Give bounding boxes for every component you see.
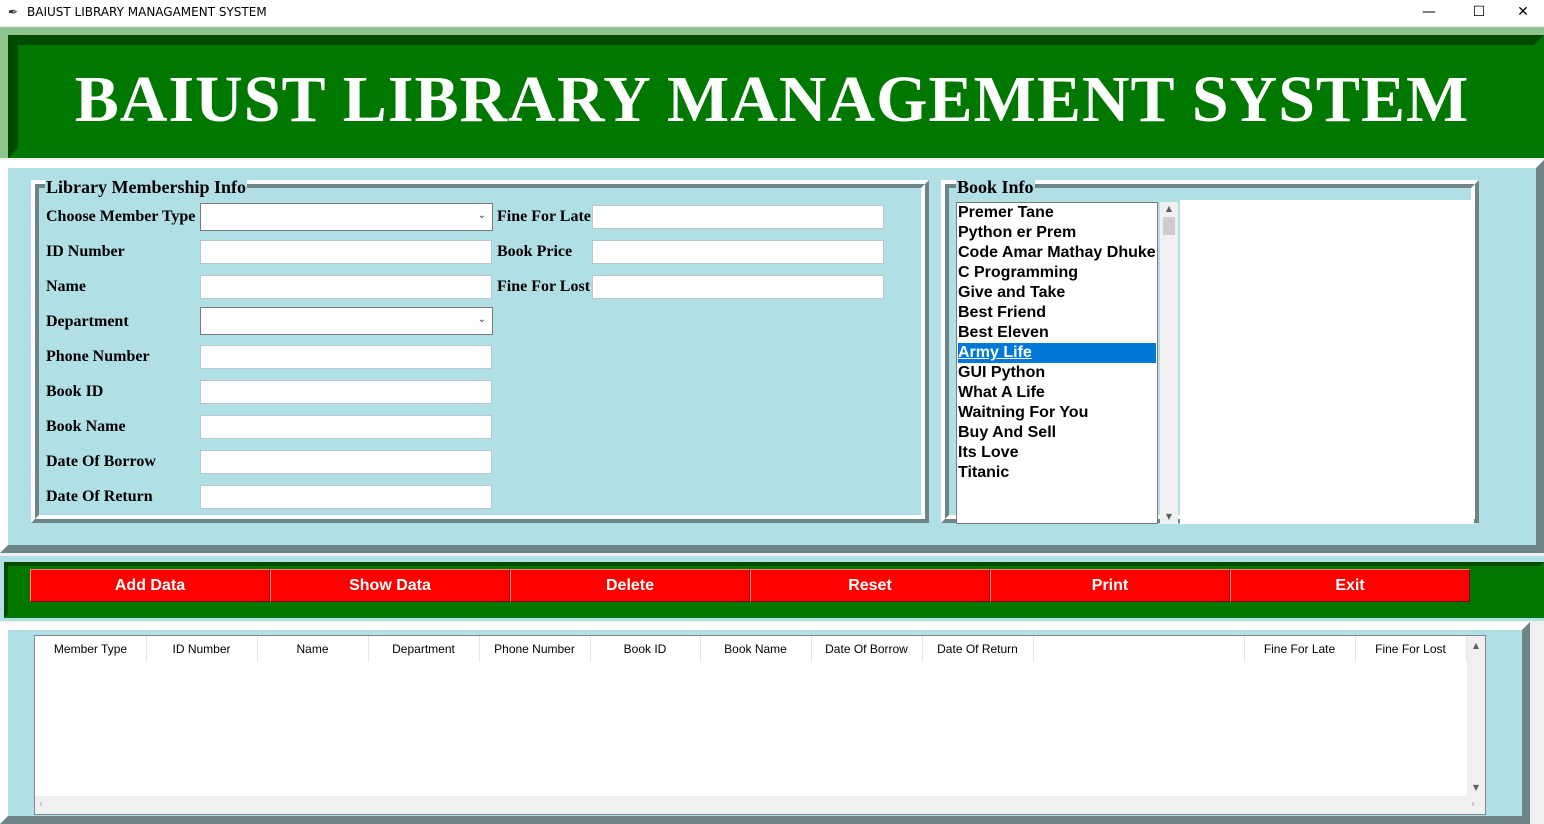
maximize-button[interactable]: ☐ <box>1456 0 1502 26</box>
book-list-item[interactable]: Give and Take <box>958 283 1156 303</box>
app-heading: BAIUST LIBRARY MANAGEMENT SYSTEM <box>74 63 1470 136</box>
column-header[interactable]: Book ID <box>590 636 701 662</box>
reset-button[interactable]: Reset <box>750 569 990 602</box>
triangle-up-icon[interactable]: ▲ <box>1160 203 1178 215</box>
date-of-return-label: Date Of Return <box>46 488 153 505</box>
book-name-field[interactable] <box>200 415 492 439</box>
table-horizontal-scrollbar[interactable]: ‹ › <box>35 796 1485 814</box>
add-data-button[interactable]: Add Data <box>30 569 270 602</box>
book-list-scrollbar[interactable]: ▲ ▼ <box>1160 202 1178 524</box>
column-header[interactable] <box>1033 636 1245 662</box>
column-header[interactable]: Date Of Return <box>922 636 1034 662</box>
department-combobox[interactable]: ⌄ <box>200 307 493 335</box>
book-list-item[interactable]: GUI Python <box>958 363 1156 383</box>
date-of-borrow-field[interactable] <box>200 450 492 474</box>
column-header[interactable]: Date Of Borrow <box>811 636 923 662</box>
date-of-borrow-label: Date Of Borrow <box>46 453 156 470</box>
column-header[interactable]: Fine For Lost <box>1355 636 1467 662</box>
book-list-item[interactable]: Python er Prem <box>958 223 1156 243</box>
triangle-left-icon[interactable]: ‹ <box>39 799 43 810</box>
column-header[interactable]: Fine For Late <box>1244 636 1356 662</box>
book-price-field[interactable] <box>592 240 884 264</box>
member-type-combobox[interactable]: ⌄ <box>200 203 493 231</box>
column-header[interactable]: Phone Number <box>479 636 591 662</box>
column-header[interactable]: ID Number <box>146 636 258 662</box>
fine-for-late-label: Fine For Late <box>497 208 591 225</box>
book-list-item[interactable]: Army Life <box>958 343 1156 363</box>
triangle-down-icon[interactable]: ▼ <box>1160 511 1178 523</box>
book-info-legend: Book Info <box>956 177 1035 197</box>
window-title: BAIUST LIBRARY MANAGAMENT SYSTEM <box>27 5 267 19</box>
delete-button[interactable]: Delete <box>510 569 750 602</box>
chevron-down-icon[interactable]: ⌄ <box>478 210 486 221</box>
records-table[interactable]: Member Type ID Number Name Department Phone … <box>34 635 1486 815</box>
column-header[interactable]: Book Name <box>700 636 812 662</box>
name-field[interactable] <box>200 275 492 299</box>
name-label: Name <box>46 278 86 295</box>
id-number-label: ID Number <box>46 243 125 260</box>
book-id-field[interactable] <box>200 380 492 404</box>
show-data-button[interactable]: Show Data <box>270 569 510 602</box>
book-list-item[interactable]: Buy And Sell <box>958 423 1156 443</box>
book-list-item[interactable]: What A Life <box>958 383 1156 403</box>
window-titlebar: ✒ BAIUST LIBRARY MANAGAMENT SYSTEM — ☐ ✕ <box>0 0 1544 26</box>
fine-for-late-field[interactable] <box>592 205 884 229</box>
column-header[interactable]: Name <box>257 636 369 662</box>
book-name-label: Book Name <box>46 418 126 435</box>
table-vertical-scrollbar[interactable]: ▲ ▼ <box>1467 636 1485 796</box>
close-button[interactable]: ✕ <box>1500 0 1544 26</box>
exit-button[interactable]: Exit <box>1230 569 1470 602</box>
phone-number-label: Phone Number <box>46 348 150 365</box>
date-of-return-field[interactable] <box>200 485 492 509</box>
column-header[interactable]: Department <box>368 636 480 662</box>
minimize-button[interactable]: — <box>1406 0 1452 26</box>
book-list-item[interactable]: Its Love <box>958 443 1156 463</box>
book-price-label: Book Price <box>497 243 573 260</box>
department-label: Department <box>46 313 129 330</box>
book-list-item[interactable]: Code Amar Mathay Dhuke <box>958 243 1156 263</box>
id-number-field[interactable] <box>200 240 492 264</box>
membership-legend: Library Membership Info <box>45 177 247 197</box>
phone-number-field[interactable] <box>200 345 492 369</box>
feather-icon: ✒ <box>8 5 19 19</box>
triangle-up-icon[interactable]: ▲ <box>1467 640 1485 652</box>
book-list-item[interactable]: Waitning For You <box>958 403 1156 423</box>
member-type-label: Choose Member Type <box>46 208 196 225</box>
book-listbox[interactable]: Premer Tane Python er Prem Code Amar Matha… <box>956 202 1158 524</box>
book-details-text[interactable] <box>1180 200 1474 524</box>
book-list-item[interactable]: Premer Tane <box>958 203 1156 223</box>
book-list-item[interactable]: C Programming <box>958 263 1156 283</box>
print-button[interactable]: Print <box>990 569 1230 602</box>
triangle-right-icon[interactable]: › <box>1471 799 1475 810</box>
triangle-down-icon[interactable]: ▼ <box>1467 782 1485 794</box>
book-list-item[interactable]: Titanic <box>958 463 1156 483</box>
book-list-item[interactable]: Best Eleven <box>958 323 1156 343</box>
book-id-label: Book ID <box>46 383 104 400</box>
column-header[interactable]: Member Type <box>35 636 147 662</box>
book-list-item[interactable]: Best Friend <box>958 303 1156 323</box>
fine-for-lost-field[interactable] <box>592 275 884 299</box>
fine-for-lost-label: Fine For Lost <box>497 278 591 295</box>
scrollbar-thumb[interactable] <box>1163 217 1175 235</box>
chevron-down-icon[interactable]: ⌄ <box>478 314 486 325</box>
